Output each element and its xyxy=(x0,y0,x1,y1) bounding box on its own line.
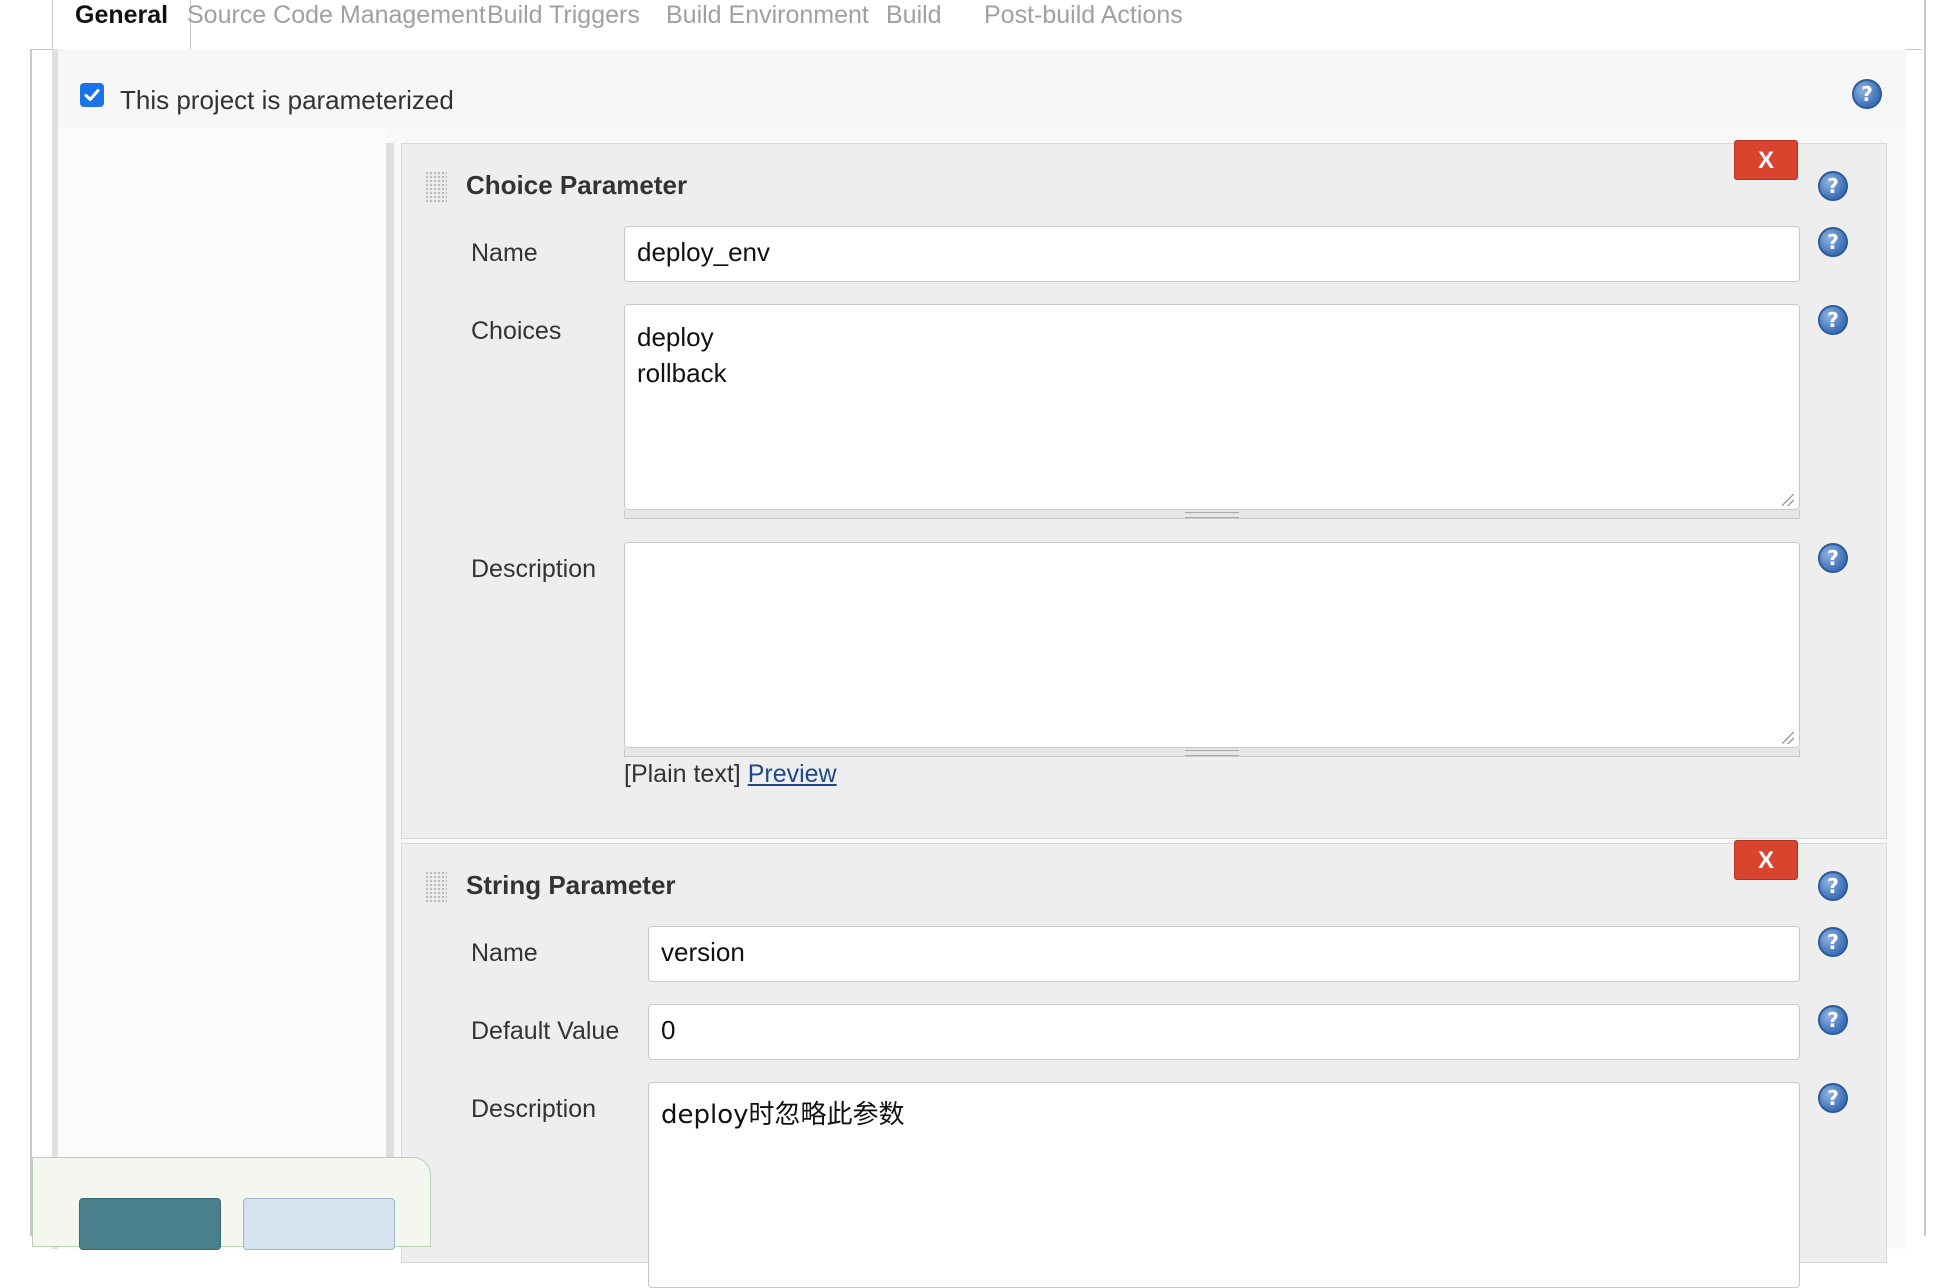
bottom-button-bar xyxy=(32,1157,431,1250)
parameterized-checkbox[interactable] xyxy=(80,83,104,107)
choices-height-resizer[interactable] xyxy=(624,510,1800,519)
help-icon[interactable]: ? xyxy=(1818,305,1848,335)
default-value-label: Default Value xyxy=(471,1017,620,1045)
help-icon[interactable]: ? xyxy=(1818,927,1848,957)
tab-post-build-actions[interactable]: Post-build Actions xyxy=(984,0,1183,49)
help-icon[interactable]: ? xyxy=(1818,171,1848,201)
plain-text-label: [Plain text] xyxy=(624,760,741,788)
apply-button[interactable] xyxy=(243,1198,395,1250)
help-icon[interactable]: ? xyxy=(1852,79,1882,109)
string-name-label: Name xyxy=(471,939,538,967)
markup-format-note: [Plain text] Preview xyxy=(624,760,837,789)
string-parameter-title: String Parameter xyxy=(466,870,676,900)
tab-bar: General Source Code Management Build Tri… xyxy=(30,0,1922,50)
help-icon[interactable]: ? xyxy=(1818,1083,1848,1113)
choice-name-input[interactable]: deploy_env xyxy=(624,226,1800,282)
string-name-input[interactable]: version xyxy=(648,926,1800,982)
tab-build-triggers[interactable]: Build Triggers xyxy=(487,0,640,49)
drag-handle-icon[interactable] xyxy=(425,871,447,903)
checkmark-icon xyxy=(84,89,100,101)
choice-description-label: Description xyxy=(471,555,597,583)
resize-grip-icon[interactable] xyxy=(1782,732,1794,744)
help-icon[interactable]: ? xyxy=(1818,227,1848,257)
tab-source-code-management[interactable]: Source Code Management xyxy=(187,0,486,49)
left-spacer xyxy=(58,129,388,1249)
tab-general[interactable]: General xyxy=(52,0,192,50)
tab-build-environment[interactable]: Build Environment xyxy=(666,0,869,49)
string-parameter-block: String Parameter X Name version Default … xyxy=(401,840,1887,1288)
preview-link[interactable]: Preview xyxy=(748,760,837,788)
string-description-textarea[interactable]: deploy时忽略此参数 xyxy=(648,1082,1800,1288)
delete-choice-parameter-button[interactable]: X xyxy=(1734,140,1798,180)
parameterized-label: This project is parameterized xyxy=(120,85,454,115)
resize-grip-icon[interactable] xyxy=(1782,494,1794,506)
help-icon[interactable]: ? xyxy=(1818,1005,1848,1035)
save-button[interactable] xyxy=(79,1198,221,1250)
string-description-label: Description xyxy=(471,1095,597,1123)
parameterized-row: This project is parameterized ? xyxy=(58,49,1906,129)
choices-textarea[interactable]: deploy rollback xyxy=(624,304,1800,510)
delete-string-parameter-button[interactable]: X xyxy=(1734,840,1798,880)
tab-build[interactable]: Build xyxy=(886,0,942,49)
choice-parameter-block: Choice Parameter X Name deploy_env Choic… xyxy=(401,140,1887,839)
parameters-gutter xyxy=(386,143,394,1243)
choice-description-height-resizer[interactable] xyxy=(624,748,1800,757)
choice-name-label: Name xyxy=(471,239,538,267)
choice-description-textarea[interactable] xyxy=(624,542,1800,748)
help-icon[interactable]: ? xyxy=(1818,871,1848,901)
choices-label: Choices xyxy=(471,317,562,345)
choice-parameter-title: Choice Parameter xyxy=(466,170,688,200)
drag-handle-icon[interactable] xyxy=(425,171,447,203)
help-icon[interactable]: ? xyxy=(1818,543,1848,573)
default-value-input[interactable]: 0 xyxy=(648,1004,1800,1060)
